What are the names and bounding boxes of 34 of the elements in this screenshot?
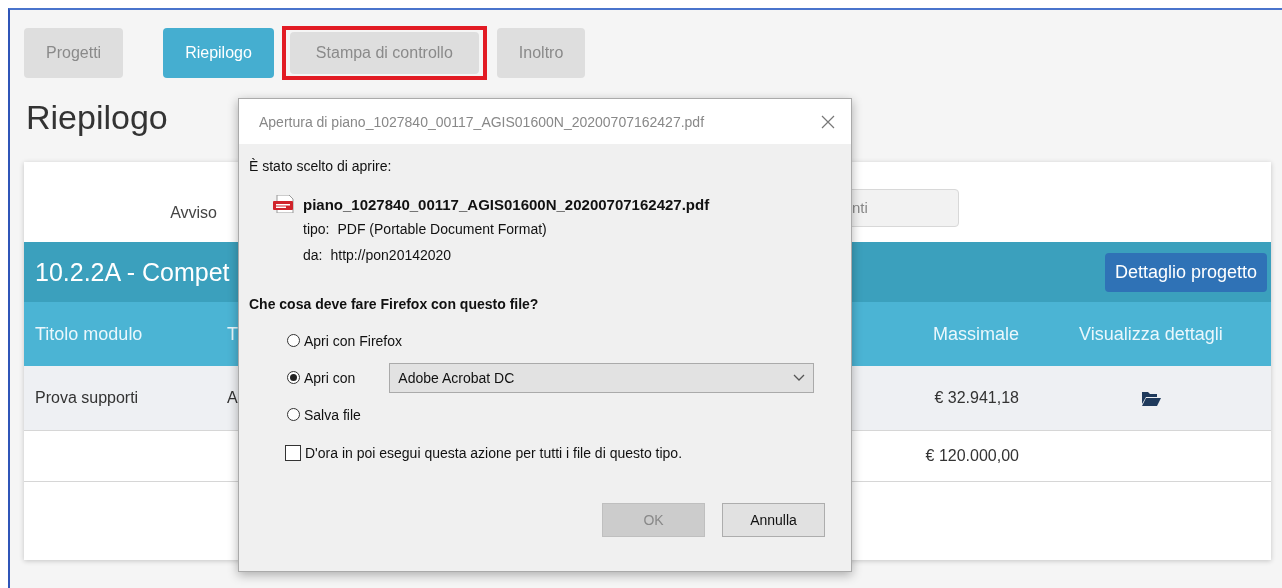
column-header: Massimale bbox=[932, 323, 1020, 345]
close-icon[interactable] bbox=[821, 114, 835, 129]
tab[interactable]: Riepilogo bbox=[163, 28, 274, 78]
column-header: T bbox=[226, 323, 238, 345]
filter-label: Avviso bbox=[169, 203, 217, 222]
radio-option[interactable]: Apri con Firefox bbox=[287, 332, 403, 349]
checkbox-option[interactable]: D'ora in poi esegui questa azione per tutti i file di questo tipo. bbox=[285, 445, 851, 461]
intro-text: È stato scelto di aprire: bbox=[249, 158, 393, 176]
type-value: PDF (Portable Document Format) bbox=[337, 221, 547, 237]
folder-icon[interactable] bbox=[1141, 390, 1161, 406]
pdf-file-icon bbox=[273, 195, 295, 213]
table-cell-text: € 120.000,00 bbox=[925, 447, 1020, 465]
chevron-down-icon bbox=[793, 373, 806, 382]
file-name: piano_1027840_00117_AGIS01600N_20200707162427.pdf bbox=[303, 195, 710, 213]
tab[interactable]: Stampa di controllo bbox=[289, 32, 479, 74]
table-cell-text: A bbox=[226, 389, 238, 407]
dialog-title: Apertura di piano_1027840_00117_AGIS01600N_20200707162427.pdf bbox=[259, 113, 705, 130]
type-label: tipo: bbox=[303, 221, 330, 237]
app-dropdown[interactable]: Adobe Acrobat DC bbox=[389, 362, 815, 393]
source-value: http://pon20142020 bbox=[330, 247, 452, 263]
table-cell-text: € 32.941,18 bbox=[934, 389, 1020, 407]
question-text: Che cosa deve fare Firefox con questo file? bbox=[249, 296, 540, 314]
radio-option[interactable]: Salva file bbox=[287, 406, 361, 423]
tab[interactable]: Inoltro bbox=[496, 28, 586, 78]
tab[interactable]: Progetti bbox=[24, 28, 124, 78]
dialog-button[interactable]: Annulla bbox=[722, 503, 825, 537]
project-title: 10.2.2A - Compet bbox=[34, 257, 230, 287]
column-header: Visualizza dettagli bbox=[1079, 323, 1223, 345]
radio-option[interactable]: Apri con bbox=[287, 369, 356, 386]
column-header: Titolo modulo bbox=[34, 323, 143, 345]
details-button[interactable]: Dettaglio progetto bbox=[1104, 252, 1267, 292]
page-title: Riepilogo bbox=[26, 97, 168, 138]
source-label: da: bbox=[303, 247, 323, 263]
table-cell-text: Prova supporti bbox=[34, 389, 139, 407]
